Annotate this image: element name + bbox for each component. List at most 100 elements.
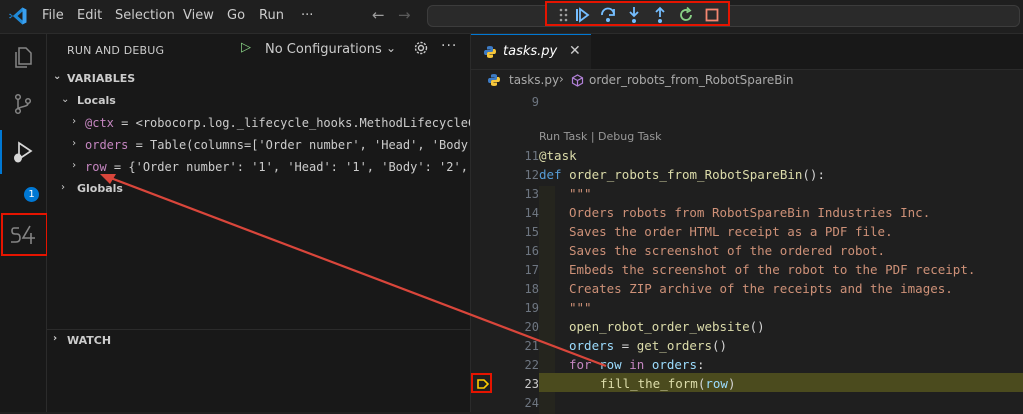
activity-bar: 1 xyxy=(0,34,48,412)
function-call: get_orders xyxy=(636,338,712,353)
variable-row[interactable]: › @ctx = <robocorp.log._lifecycle_hooks.… xyxy=(47,112,470,134)
tab-tasks-py[interactable]: tasks.py ✕ xyxy=(471,34,591,69)
docstring: Saves the order HTML receipt as a PDF fi… xyxy=(569,224,893,239)
menu-selection[interactable]: Selection xyxy=(115,8,175,23)
variable-row[interactable]: › row = {'Order number': '1', 'Head': '1… xyxy=(47,156,470,178)
drag-handle-icon[interactable] xyxy=(555,6,573,24)
variable-name: @ctx xyxy=(85,116,114,130)
menu-view[interactable]: View xyxy=(183,8,214,23)
code-punct: (): xyxy=(802,167,825,182)
line-number: 22 xyxy=(524,358,539,372)
variable-name: row xyxy=(85,160,107,174)
title-bar: File Edit Selection View Go Run ··· ← → xyxy=(0,0,1023,34)
variable-name: orders xyxy=(85,138,129,152)
python-icon xyxy=(488,74,500,86)
code-line[interactable]: Saves the screenshot of the ordered robo… xyxy=(569,243,885,258)
nav-forward-icon[interactable]: → xyxy=(398,6,411,24)
line-number: 11 xyxy=(524,149,539,163)
menu-run[interactable]: Run xyxy=(259,8,284,23)
breadcrumb-separator-icon: › xyxy=(559,72,564,86)
breadcrumb-symbol[interactable]: order_robots_from_RobotSpareBin xyxy=(589,73,793,87)
current-execution-arrow-icon[interactable] xyxy=(477,379,489,389)
line-number: 13 xyxy=(524,187,539,201)
restart-icon[interactable] xyxy=(677,6,695,24)
explorer-icon[interactable] xyxy=(11,45,35,69)
locals-scope[interactable]: ⌄ Locals xyxy=(47,90,470,112)
code-line[interactable]: Saves the order HTML receipt as a PDF fi… xyxy=(569,224,893,239)
vscode-logo-icon xyxy=(9,7,27,25)
code-line[interactable]: @task xyxy=(539,148,577,163)
watch-header-label: WATCH xyxy=(67,334,112,347)
line-number: 20 xyxy=(524,320,539,334)
code-punct: = xyxy=(614,338,637,353)
code-line-current[interactable]: fill_the_form(row) xyxy=(600,376,735,391)
menu-file[interactable]: File xyxy=(42,8,64,23)
docstring: """ xyxy=(569,300,592,315)
keyword: in xyxy=(629,357,645,372)
watch-section-header[interactable]: › WATCH xyxy=(47,329,470,352)
continue-icon[interactable] xyxy=(573,6,591,24)
sidebar: RUN AND DEBUG ▷ No Configurations ⌄ ··· … xyxy=(47,34,471,412)
variable: row xyxy=(705,376,728,391)
docstring: """ xyxy=(569,186,592,201)
code-line[interactable]: orders = get_orders() xyxy=(569,338,727,353)
sema4-extension-icon[interactable] xyxy=(10,223,38,247)
code-line[interactable]: Creates ZIP archive of the receipts and … xyxy=(569,281,953,296)
tab-label: tasks.py xyxy=(503,44,558,59)
chevron-down-icon: ⌄ xyxy=(53,71,62,82)
docstring: Saves the screenshot of the ordered robo… xyxy=(569,243,886,258)
codelens-run-debug[interactable]: Run Task | Debug Task xyxy=(539,130,661,143)
docstring: Orders robots from RobotSpareBin Industr… xyxy=(569,205,931,220)
code-line[interactable]: """ xyxy=(569,300,592,315)
code-punct: () xyxy=(749,319,765,334)
variable-value: <robocorp.log._lifecycle_hooks.MethodLif… xyxy=(135,116,470,130)
stop-icon[interactable] xyxy=(703,6,721,24)
code-punct: : xyxy=(696,357,705,372)
line-number: 14 xyxy=(524,206,539,220)
code-line[interactable]: Embeds the screenshot of the robot to th… xyxy=(569,262,975,277)
chevron-down-icon: ⌄ xyxy=(61,94,70,105)
run-config-label: No Configurations xyxy=(265,42,382,57)
globals-scope[interactable]: › Globals xyxy=(47,178,470,200)
line-number: 17 xyxy=(524,263,539,277)
chevron-right-icon: › xyxy=(71,116,78,127)
keyword: for xyxy=(569,357,592,372)
variables-section-header[interactable]: ⌄ VARIABLES xyxy=(47,68,470,90)
locals-label: Locals xyxy=(77,94,116,107)
code-line[interactable]: def order_robots_from_RobotSpareBin(): xyxy=(539,167,825,182)
sidebar-title: RUN AND DEBUG xyxy=(67,44,165,57)
method-symbol-icon xyxy=(571,74,584,87)
code-line[interactable]: for row in orders: xyxy=(569,357,705,372)
line-number: 23 xyxy=(524,377,539,391)
more-actions-icon[interactable]: ··· xyxy=(441,38,457,54)
step-out-icon[interactable] xyxy=(651,6,669,24)
step-over-icon[interactable] xyxy=(599,6,617,24)
docstring: Embeds the screenshot of the robot to th… xyxy=(569,262,976,277)
step-into-icon[interactable] xyxy=(625,6,643,24)
code-line[interactable]: """ xyxy=(569,186,592,201)
code-line[interactable]: open_robot_order_website() xyxy=(569,319,765,334)
code-line[interactable]: Orders robots from RobotSpareBin Industr… xyxy=(569,205,930,220)
close-icon[interactable]: ✕ xyxy=(569,43,581,59)
editor: tasks.py ✕ tasks.py › order_robots_from_… xyxy=(471,34,1023,414)
run-and-debug-icon[interactable] xyxy=(11,140,35,164)
chevron-right-icon: › xyxy=(53,333,58,344)
highlight-box xyxy=(471,373,492,393)
menu-go[interactable]: Go xyxy=(227,8,245,23)
docstring: Creates ZIP archive of the receipts and … xyxy=(569,281,953,296)
source-control-icon[interactable] xyxy=(11,92,35,116)
function-name: order_robots_from_RobotSpareBin xyxy=(569,167,803,182)
menu-more[interactable]: ··· xyxy=(301,8,313,23)
variable: row xyxy=(599,357,622,372)
function-call: open_robot_order_website xyxy=(569,319,750,334)
chevron-right-icon: › xyxy=(71,160,78,171)
nav-back-icon[interactable]: ← xyxy=(372,6,385,24)
code-punct: ) xyxy=(727,376,736,391)
menu-edit[interactable]: Edit xyxy=(77,8,102,23)
run-config-dropdown[interactable]: ▷ No Configurations ⌄ xyxy=(237,39,406,61)
decorator: @task xyxy=(539,148,577,163)
gear-icon[interactable] xyxy=(413,40,429,56)
variable-row[interactable]: › orders = Table(columns=['Order number'… xyxy=(47,134,470,156)
breadcrumb-file[interactable]: tasks.py xyxy=(509,73,559,87)
start-debug-icon[interactable]: ▷ xyxy=(241,40,251,55)
